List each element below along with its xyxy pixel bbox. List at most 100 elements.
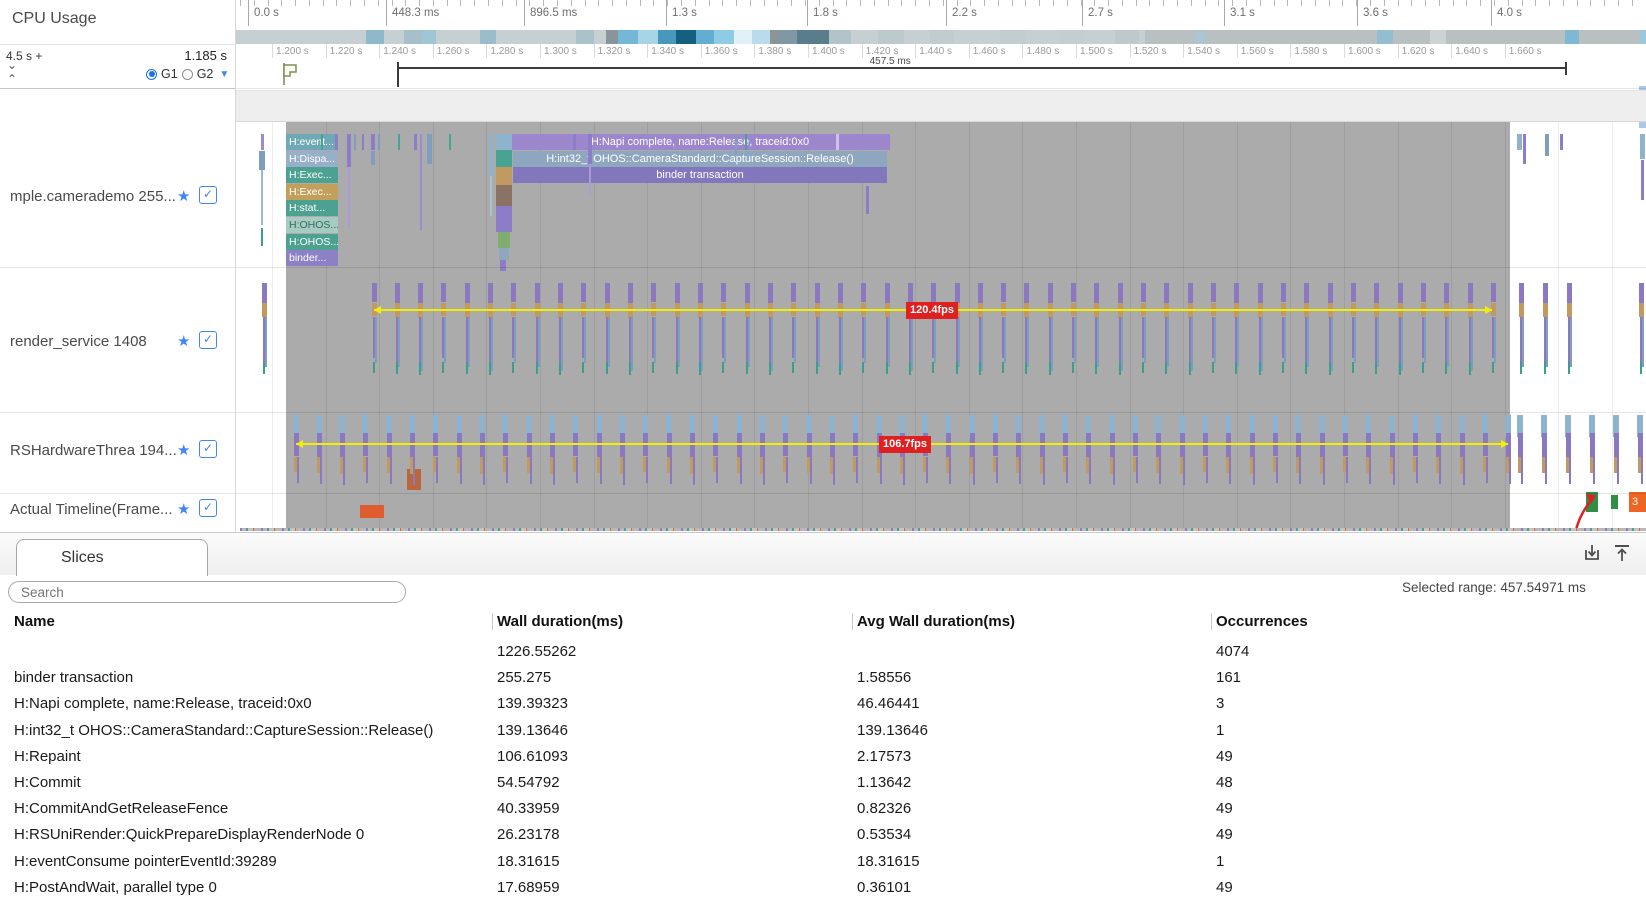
spike-slice[interactable] <box>978 283 983 304</box>
spike-slice[interactable] <box>265 317 267 367</box>
table-row[interactable]: H:Napi complete, name:Release, traceid:0… <box>0 691 1646 717</box>
slice[interactable] <box>378 134 380 150</box>
range-indicator-end-cap[interactable] <box>1565 62 1567 75</box>
fps-badge[interactable]: 106.7fps <box>879 436 931 453</box>
spike-slice[interactable] <box>946 433 951 457</box>
slice[interactable] <box>261 170 263 225</box>
spike-slice[interactable] <box>768 283 773 304</box>
spike-slice[interactable] <box>1113 457 1115 485</box>
spike-slice[interactable] <box>1329 362 1331 375</box>
spike-slice[interactable] <box>1366 433 1371 457</box>
spike-slice[interactable] <box>1191 317 1193 371</box>
spike-slice[interactable] <box>721 283 726 302</box>
spike-slice[interactable] <box>550 433 555 458</box>
spike-slice[interactable] <box>818 317 820 367</box>
slice[interactable] <box>420 134 422 230</box>
spike-slice[interactable] <box>979 362 981 375</box>
spike-slice[interactable] <box>1494 317 1496 363</box>
spike-slice[interactable] <box>1566 433 1571 457</box>
spike-slice[interactable] <box>1040 433 1045 458</box>
slice[interactable] <box>735 134 737 154</box>
spike-slice[interactable] <box>582 362 584 373</box>
spike-slice[interactable] <box>1398 283 1403 304</box>
spike-slice[interactable] <box>506 457 508 483</box>
spike-slice[interactable] <box>1614 433 1619 457</box>
track-checkbox[interactable]: ✓ <box>199 499 217 517</box>
slice[interactable] <box>259 151 265 170</box>
spike-slice[interactable] <box>856 457 858 483</box>
spike-slice[interactable] <box>317 433 322 457</box>
spike-slice[interactable] <box>1229 457 1231 484</box>
slice[interactable]: H:event... <box>286 134 338 150</box>
spike-slice[interactable] <box>1048 283 1053 304</box>
slice[interactable] <box>836 134 839 150</box>
table-header-avg-wall-duration[interactable]: Avg Wall duration(ms) <box>857 613 1015 630</box>
spike-slice[interactable] <box>676 362 678 374</box>
spike-slice[interactable] <box>375 317 377 363</box>
spike-slice[interactable] <box>693 457 695 485</box>
spike-slice[interactable] <box>1212 362 1214 373</box>
spike-slice[interactable] <box>981 317 983 371</box>
slice[interactable] <box>866 186 869 214</box>
spike-slice[interactable] <box>690 433 695 458</box>
spike-slice[interactable] <box>460 457 462 484</box>
slice[interactable] <box>261 134 264 150</box>
spike-slice[interactable] <box>1237 317 1239 367</box>
spike-slice[interactable] <box>465 283 470 303</box>
spike-slice[interactable] <box>1641 457 1643 484</box>
spike-slice[interactable] <box>745 283 750 303</box>
table-header-wall-duration[interactable]: Wall duration(ms) <box>497 613 623 630</box>
spike-slice[interactable] <box>1164 283 1169 303</box>
track-row-rs-hardware[interactable]: RSHardwareThrea 194... ★ ✓ <box>0 412 235 493</box>
spike-slice[interactable] <box>1416 457 1418 483</box>
spike-slice[interactable] <box>398 317 400 367</box>
table-row[interactable]: 1226.552624074 <box>0 639 1646 665</box>
spike-slice[interactable] <box>1281 283 1286 302</box>
spike-slice[interactable] <box>908 283 913 304</box>
spike-slice[interactable] <box>1235 362 1237 374</box>
slice[interactable] <box>498 232 510 248</box>
slice[interactable]: H:Exec... <box>286 184 338 200</box>
spike-slice[interactable] <box>841 317 843 371</box>
spike-slice[interactable] <box>1025 362 1027 374</box>
spike-slice[interactable] <box>932 362 934 373</box>
slice[interactable]: H:OHOS... <box>286 217 338 233</box>
spike-slice[interactable] <box>1258 283 1263 304</box>
slice[interactable] <box>588 134 592 164</box>
chevron-up-icon[interactable]: ⌃ <box>7 74 17 84</box>
spike-slice[interactable] <box>366 457 368 483</box>
spike-slice[interactable] <box>807 433 812 457</box>
spike-slice[interactable] <box>628 283 633 304</box>
spike-slice[interactable] <box>1027 317 1029 367</box>
slice[interactable] <box>573 134 576 150</box>
spike-slice[interactable] <box>444 317 446 363</box>
spike-slice[interactable] <box>1159 457 1161 484</box>
favorite-star-icon[interactable]: ★ <box>177 187 190 205</box>
spike-slice[interactable] <box>1590 433 1595 457</box>
spike-slice[interactable] <box>740 457 742 484</box>
spike-slice[interactable] <box>1002 362 1004 373</box>
spike-slice[interactable] <box>931 283 936 302</box>
spike-slice[interactable] <box>1206 457 1208 483</box>
spike-slice[interactable] <box>1074 317 1076 363</box>
spike-slice[interactable] <box>1422 362 1424 373</box>
g2-radio-label[interactable]: G2 <box>197 67 214 81</box>
spike-slice[interactable] <box>1121 317 1123 371</box>
spike-slice[interactable] <box>1469 362 1471 375</box>
spike-slice[interactable] <box>1144 317 1146 363</box>
spike-slice[interactable] <box>678 317 680 367</box>
spike-slice[interactable] <box>1518 433 1523 457</box>
spike-slice[interactable] <box>441 283 446 302</box>
spike-slice[interactable] <box>608 317 610 367</box>
spike-slice[interactable] <box>722 362 724 373</box>
spike-slice[interactable] <box>1323 457 1325 485</box>
spike-slice[interactable] <box>1142 362 1144 373</box>
spike-slice[interactable] <box>605 283 610 303</box>
spike-slice[interactable] <box>838 283 843 304</box>
spike-slice[interactable] <box>737 433 742 457</box>
spike-slice[interactable] <box>480 433 485 458</box>
range-indicator-start-cap[interactable] <box>397 62 399 87</box>
spike-slice[interactable] <box>1567 303 1572 317</box>
spike-slice[interactable] <box>1299 457 1301 484</box>
spike-slice[interactable] <box>1568 362 1570 374</box>
